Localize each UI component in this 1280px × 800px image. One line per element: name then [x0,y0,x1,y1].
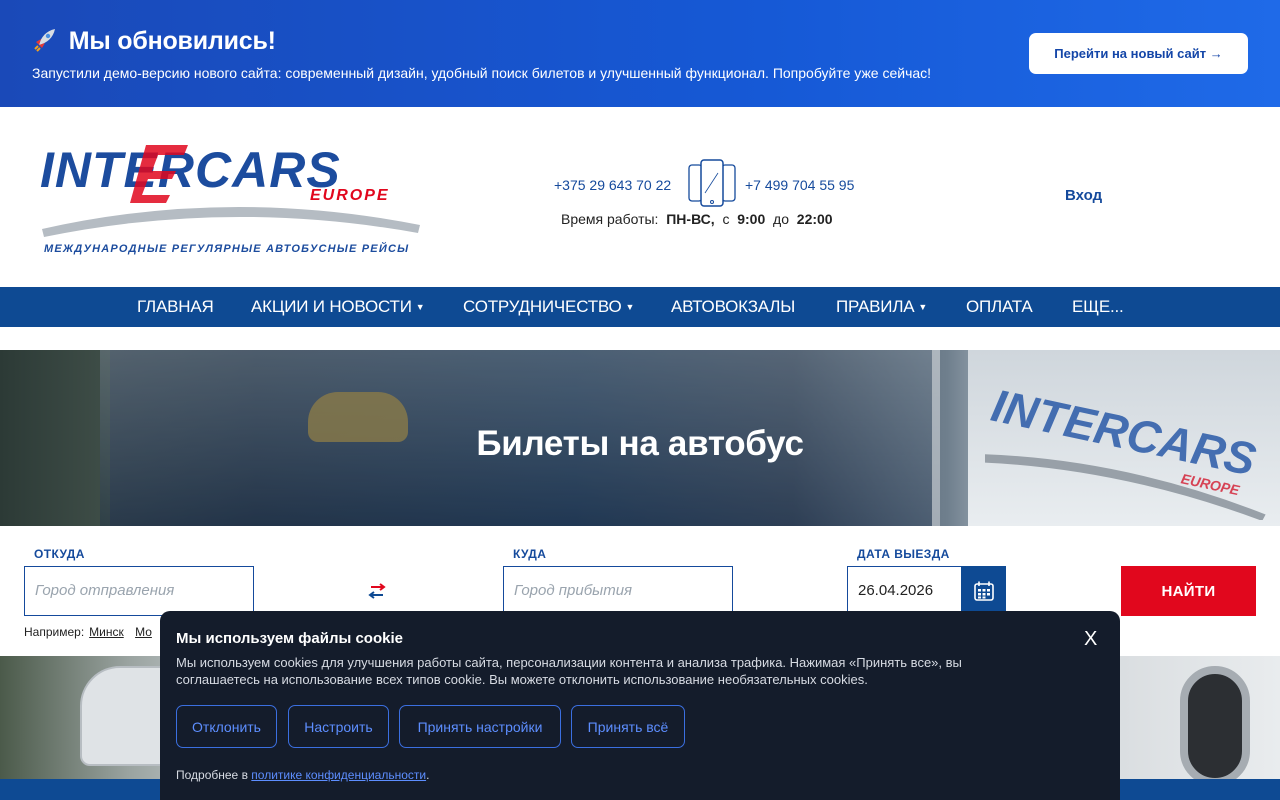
search-example: Например: Минск Мо [24,625,152,639]
contacts-block: +375 29 643 70 22 +7 499 704 55 95 Время… [553,159,873,239]
nav-item-rules[interactable]: ПРАВИЛА ▼ [836,287,927,327]
hero-banner: INTERCARS EUROPE Билеты на автобус [0,350,1280,526]
nav-label: АВТОВОКЗАЛЫ [671,297,796,316]
to-city-input[interactable]: Город прибытия [503,566,733,616]
phone-by[interactable]: +375 29 643 70 22 [554,177,671,193]
nav-item-more[interactable]: ЕЩЕ... [1072,287,1124,327]
nav-label: ЕЩЕ... [1072,297,1124,316]
from-label: ОТКУДА [34,547,85,561]
working-hours: Время работы: ПН-ВС, с 9:00 до 22:00 [561,211,833,227]
cookie-consent-dialog: Мы используем файлы cookie X Мы использу… [160,611,1120,800]
hours-to: 22:00 [796,211,833,227]
new-site-button[interactable]: Перейти на новый сайт → [1029,33,1248,74]
promo-description: Запустили демо-версию нового сайта: совр… [32,65,932,81]
caret-down-icon: ▼ [918,302,928,312]
example-city-2[interactable]: Мо [135,625,152,639]
more-prefix: Подробнее в [176,768,248,782]
cookie-more-info: Подробнее в политике конфиденциальности. [176,768,429,782]
to-label: КУДА [513,547,547,561]
nav-item-cooperation[interactable]: СОТРУДНИЧЕСТВО ▼ [463,287,634,327]
nav-item-home[interactable]: ГЛАВНАЯ [137,287,214,327]
promo-title: Мы обновились! [32,26,276,56]
nav-item-payment[interactable]: ОПЛАТА [966,287,1033,327]
promo-title-text: Мы обновились! [68,27,276,55]
more-suffix: . [426,768,430,782]
hours-label: Время работы: [561,211,659,227]
logo-main-text: INTERCARS [40,142,341,198]
login-link[interactable]: Вход [1065,187,1102,204]
close-icon[interactable]: X [1084,628,1097,651]
phones-icon [688,159,736,207]
nav-label: АКЦИИ И НОВОСТИ [251,297,412,316]
hours-days: ПН-ВС, [666,211,715,227]
nav-item-promos[interactable]: АКЦИИ И НОВОСТИ ▼ [251,287,425,327]
caret-down-icon: ▼ [415,302,425,312]
date-label: ДАТА ВЫЕЗДА [857,547,950,561]
nav-label: СОТРУДНИЧЕСТВО [463,297,622,316]
intercars-logo[interactable]: INTERCARS EUROPE МЕЖДУНАРОДНЫЕ РЕГУЛЯРНЫ… [38,137,422,257]
lower-bus-wheel [1180,666,1250,779]
main-nav: ГЛАВНАЯ АКЦИИ И НОВОСТИ ▼ СОТРУДНИЧЕСТВО ▼… [0,287,1280,327]
phone-ru[interactable]: +7 499 704 55 95 [745,177,854,193]
nav-item-stations[interactable]: АВТОВОКЗАЛЫ [671,287,795,327]
hero-title: Билеты на автобус [476,424,804,463]
caret-down-icon: ▼ [625,302,635,312]
cookie-title: Мы используем файлы cookie [176,630,403,647]
departure-date-input[interactable]: 26.04.2026 [847,566,963,616]
site-header: INTERCARS EUROPE МЕЖДУНАРОДНЫЕ РЕГУЛЯРНЫ… [0,107,1280,287]
example-label: Например: [24,625,85,639]
nav-label: ПРАВИЛА [836,297,915,316]
configure-cookies-button[interactable]: Настроить [288,705,389,748]
cookie-description: Мы используем cookies для улучшения рабо… [176,655,962,687]
accept-settings-button[interactable]: Принять настройки [399,705,561,748]
logo-sub-text: EUROPE [310,187,390,204]
swap-cities-icon[interactable] [367,583,387,599]
lower-bus-front [80,666,170,766]
privacy-policy-link[interactable]: политике конфиденциальности [251,768,426,782]
decline-cookies-button[interactable]: Отклонить [176,705,277,748]
hours-to-label: до [773,211,789,227]
from-city-input[interactable]: Город отправления [24,566,254,616]
calendar-icon [973,581,994,601]
hours-from-label: с [722,211,730,227]
example-city-minsk[interactable]: Минск [89,625,124,639]
hours-from: 9:00 [737,211,766,227]
logo-tagline: МЕЖДУНАРОДНЫЕ РЕГУЛЯРНЫЕ АВТОБУСНЫЕ РЕЙС… [44,242,409,255]
nav-label: ГЛАВНАЯ [137,297,214,316]
promo-banner: Мы обновились! Запустили демо-версию нов… [0,0,1280,107]
accept-all-button[interactable]: Принять всё [571,705,685,748]
nav-label: ОПЛАТА [966,297,1033,316]
rocket-icon [34,29,55,52]
calendar-button[interactable] [961,566,1006,616]
find-button[interactable]: НАЙТИ [1121,566,1256,616]
